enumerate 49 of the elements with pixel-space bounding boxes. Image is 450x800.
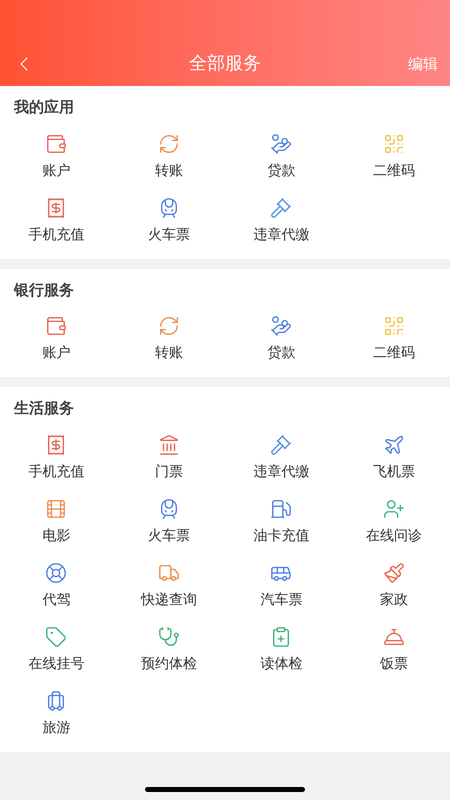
hand-coins-icon <box>270 315 292 337</box>
service-item[interactable]: 读体检 <box>225 618 338 682</box>
service-item[interactable]: 贷款 <box>225 124 338 188</box>
service-item[interactable]: 违章代缴 <box>225 426 338 490</box>
refresh-icon <box>158 315 180 337</box>
service-item[interactable]: 飞机票 <box>338 426 450 490</box>
service-item[interactable]: 转账 <box>112 124 225 188</box>
wallet-icon <box>45 132 68 154</box>
service-item[interactable]: 旅游 <box>0 682 112 746</box>
service-item[interactable]: 转账 <box>112 307 225 371</box>
gavel-icon <box>270 434 292 456</box>
service-item[interactable]: 汽车票 <box>225 554 338 618</box>
service-item[interactable]: 门票 <box>112 426 225 490</box>
fuel-pump-icon <box>270 498 292 520</box>
section-title: 我的应用 <box>12 97 75 118</box>
service-item[interactable]: 账户 <box>0 124 112 188</box>
page-title: 全部服务 <box>188 52 262 76</box>
plane-icon <box>382 434 405 456</box>
service-item[interactable]: 电影 <box>0 490 112 554</box>
film-icon <box>45 498 68 520</box>
brush-icon <box>382 562 405 584</box>
refresh-icon <box>158 132 180 154</box>
user-plus-icon <box>382 498 405 520</box>
wallet-icon <box>45 315 68 337</box>
service-item[interactable]: 账户 <box>0 307 112 371</box>
service-item[interactable]: 贷款 <box>225 307 338 371</box>
service-item[interactable]: 家政 <box>338 554 450 618</box>
service-item[interactable]: 手机充值 <box>0 188 112 252</box>
service-item[interactable]: 在线问诊 <box>338 490 450 554</box>
qr-code-icon <box>382 315 405 337</box>
service-item[interactable]: 油卡充值 <box>225 490 338 554</box>
hand-coins-icon <box>270 132 292 154</box>
section-title: 银行服务 <box>12 280 75 300</box>
service-item[interactable]: 预约体检 <box>112 618 225 682</box>
service-item[interactable]: 二维码 <box>338 307 450 371</box>
gavel-icon <box>270 196 292 218</box>
service-item[interactable]: 火车票 <box>112 490 225 554</box>
service-item[interactable]: 饭票 <box>338 618 450 682</box>
tag-icon <box>45 626 68 648</box>
service-item[interactable]: 快递查询 <box>112 554 225 618</box>
qr-code-icon <box>382 132 405 154</box>
stethoscope-icon <box>158 626 180 648</box>
service-item[interactable]: 二维码 <box>338 124 450 188</box>
service-item[interactable]: 在线挂号 <box>0 618 112 682</box>
service-item[interactable]: 违章代缴 <box>225 188 338 252</box>
service-item[interactable]: 代驾 <box>0 554 112 618</box>
section-title: 生活服务 <box>12 398 75 419</box>
service-item[interactable]: 手机充值 <box>0 426 112 490</box>
service-item[interactable]: 火车票 <box>112 188 225 252</box>
